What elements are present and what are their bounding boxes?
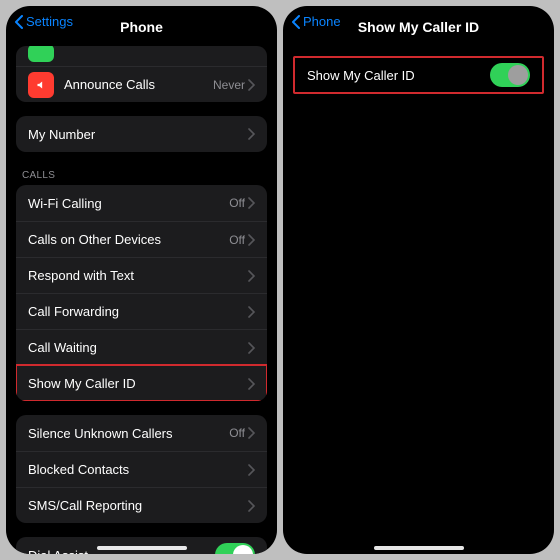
group-mynumber: My Number (6, 116, 277, 152)
row-calls-other-devices[interactable]: Calls on Other Devices Off (16, 221, 267, 257)
row-label: My Number (28, 127, 247, 142)
row-call-waiting[interactable]: Call Waiting (16, 329, 267, 365)
group-header-calls: CALLS (6, 166, 277, 185)
chevron-right-icon (247, 306, 255, 318)
back-button[interactable]: Phone (291, 14, 341, 29)
nav-bar: Settings Phone (6, 6, 277, 44)
caller-id-screen: Phone Show My Caller ID Show My Caller I… (283, 6, 554, 554)
row-label: Show My Caller ID (28, 376, 247, 391)
chevron-right-icon (247, 79, 255, 91)
chevron-right-icon (247, 128, 255, 140)
row-value: Off (229, 196, 245, 210)
row-label: Silence Unknown Callers (28, 426, 229, 441)
row-label: Announce Calls (64, 77, 213, 92)
back-button[interactable]: Settings (14, 14, 73, 29)
chevron-left-icon (291, 15, 301, 29)
chevron-right-icon (247, 427, 255, 439)
row-show-my-caller-id[interactable]: Show My Caller ID (293, 56, 544, 94)
settings-list: Announce Calls Never My Number CALLS Wi-… (6, 44, 277, 554)
row-value: Off (229, 426, 245, 440)
home-indicator[interactable] (97, 546, 187, 550)
row-silence-unknown[interactable]: Silence Unknown Callers Off (16, 415, 267, 451)
chevron-right-icon (247, 197, 255, 209)
back-label: Phone (303, 14, 341, 29)
row-show-my-caller-id[interactable]: Show My Caller ID (16, 365, 267, 401)
row-label: Calls on Other Devices (28, 232, 229, 247)
row-wifi-calling[interactable]: Wi-Fi Calling Off (16, 185, 267, 221)
chevron-right-icon (247, 464, 255, 476)
chevron-right-icon (247, 234, 255, 246)
home-indicator[interactable] (374, 546, 464, 550)
group-silence: Silence Unknown Callers Off Blocked Cont… (6, 415, 277, 523)
row-label: Show My Caller ID (307, 68, 490, 83)
chevron-right-icon (247, 500, 255, 512)
back-label: Settings (26, 14, 73, 29)
page-title: Phone (120, 19, 163, 35)
row-blocked-contacts[interactable]: Blocked Contacts (16, 451, 267, 487)
group-announce: Announce Calls Never (6, 46, 277, 102)
row-announce-calls[interactable]: Announce Calls Never (16, 66, 267, 102)
row-label: Wi-Fi Calling (28, 196, 229, 211)
row-my-number[interactable]: My Number (16, 116, 267, 152)
chevron-left-icon (14, 15, 24, 29)
chevron-right-icon (247, 378, 255, 390)
unknown-icon (28, 46, 54, 62)
row-call-forwarding[interactable]: Call Forwarding (16, 293, 267, 329)
row-label: Respond with Text (28, 268, 247, 283)
row-value: Off (229, 233, 245, 247)
page-title: Show My Caller ID (358, 19, 479, 35)
row-label: SMS/Call Reporting (28, 498, 247, 513)
row-value: Never (213, 78, 245, 92)
row-label: Call Waiting (28, 340, 247, 355)
row-cutoff[interactable] (16, 46, 267, 66)
row-sms-call-reporting[interactable]: SMS/Call Reporting (16, 487, 267, 523)
caller-id-list: Show My Caller ID (283, 56, 554, 554)
row-label: Blocked Contacts (28, 462, 247, 477)
announce-icon (28, 72, 54, 98)
chevron-right-icon (247, 342, 255, 354)
dial-assist-toggle[interactable] (215, 543, 255, 554)
phone-settings-screen: Settings Phone Announce Calls Never (6, 6, 277, 554)
row-respond-with-text[interactable]: Respond with Text (16, 257, 267, 293)
chevron-right-icon (247, 270, 255, 282)
caller-id-toggle[interactable] (490, 63, 530, 87)
nav-bar: Phone Show My Caller ID (283, 6, 554, 44)
row-label: Call Forwarding (28, 304, 247, 319)
group-calls: CALLS Wi-Fi Calling Off Calls on Other D… (6, 166, 277, 401)
